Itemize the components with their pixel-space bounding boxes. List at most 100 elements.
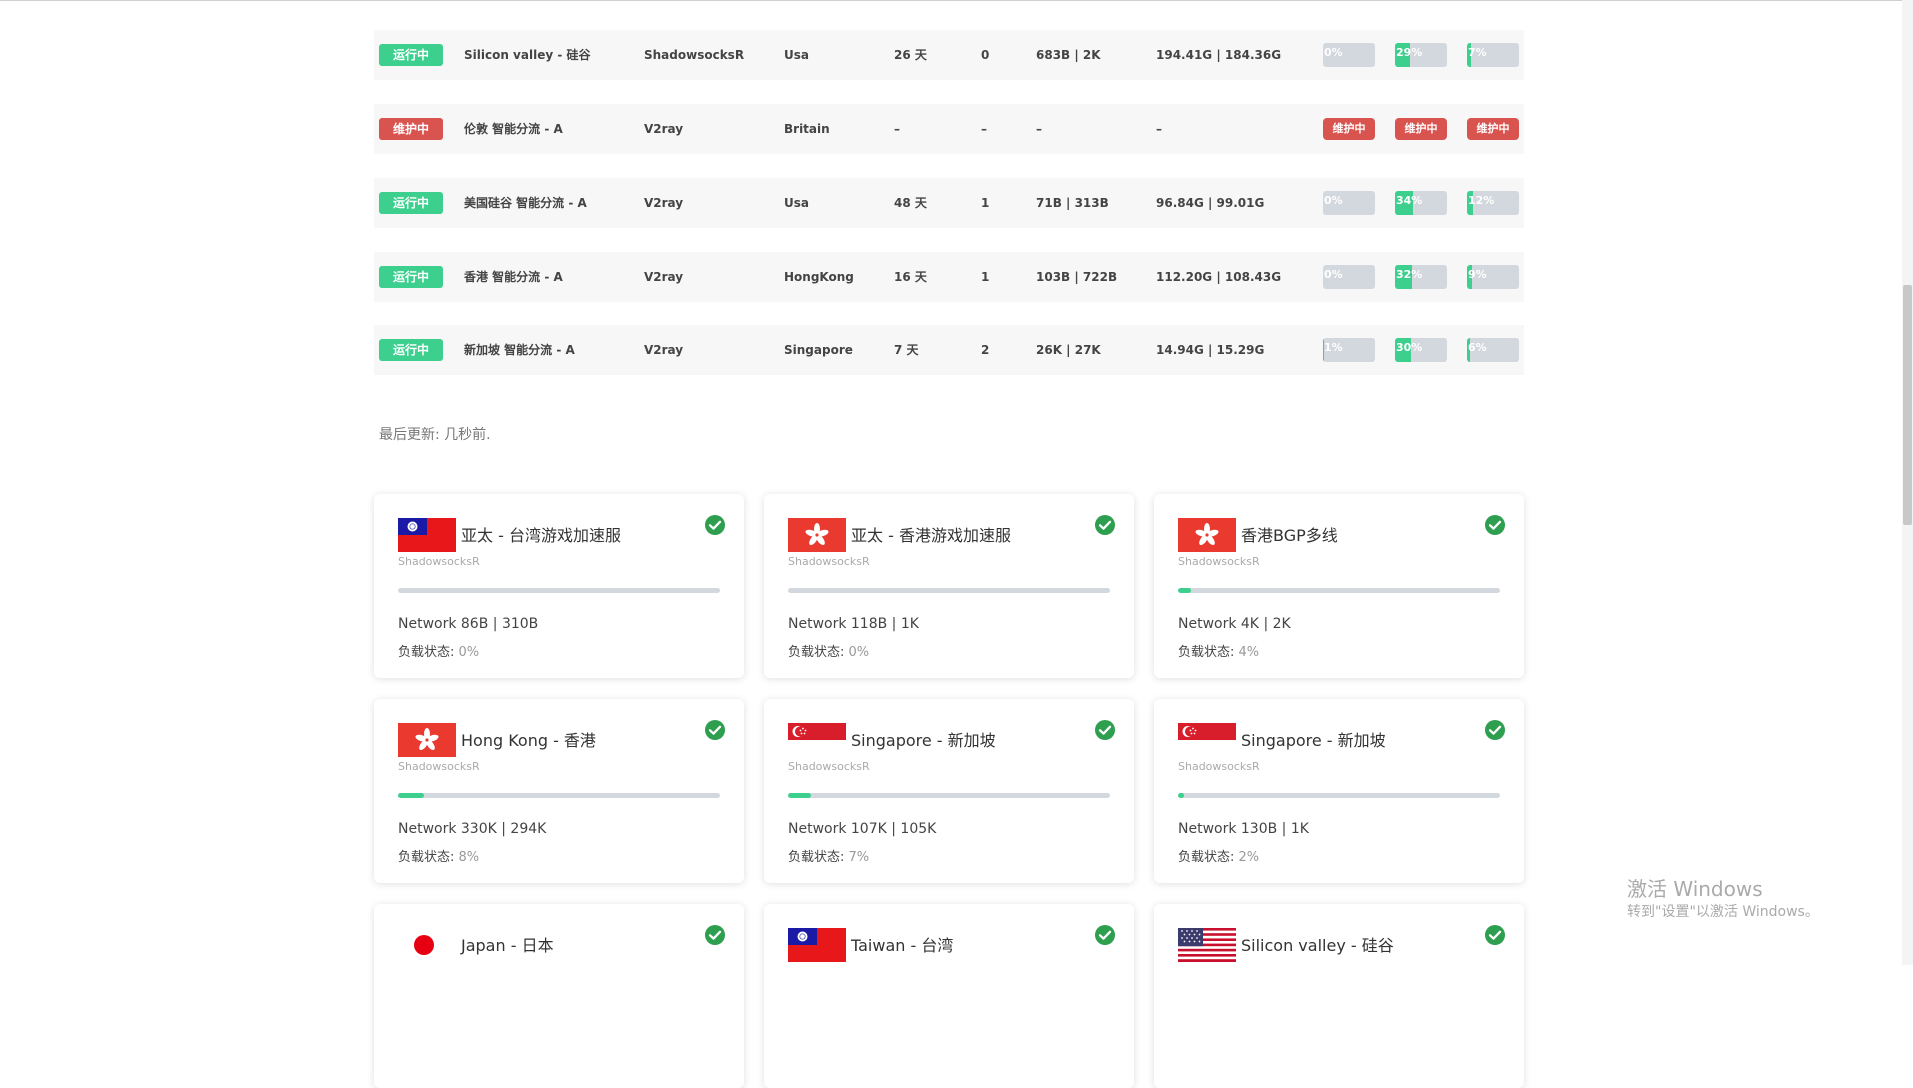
windows-activation-subtitle: 转到"设置"以激活 Windows。 bbox=[1627, 904, 1819, 920]
card-protocol: ShadowsocksR bbox=[1178, 760, 1260, 773]
node-location: HongKong bbox=[784, 270, 854, 284]
server-card[interactable]: Singapore - 新加坡 ShadowsocksR Network 107K … bbox=[764, 699, 1134, 883]
node-protocol: V2ray bbox=[644, 122, 684, 136]
taiwan-flag-icon bbox=[398, 518, 456, 552]
table-row: 运行中 新加坡 智能分流 - A V2ray Singapore 7 天 2 2… bbox=[374, 325, 1524, 375]
hongkong-flag-icon bbox=[1178, 518, 1236, 552]
card-title: Silicon valley - 硅谷 bbox=[1241, 936, 1394, 955]
taiwan-flag-icon bbox=[788, 928, 846, 962]
node-name: Silicon valley - 硅谷 bbox=[464, 48, 591, 62]
node-protocol: V2ray bbox=[644, 343, 684, 357]
cpu-bar: 0% bbox=[1323, 265, 1375, 289]
card-title: 香港BGP多线 bbox=[1241, 526, 1338, 545]
card-protocol: ShadowsocksR bbox=[788, 760, 870, 773]
node-traffic: 14.94G | 15.29G bbox=[1156, 343, 1265, 357]
card-load: 负载状态: 8% bbox=[398, 846, 479, 865]
node-network: 683B | 2K bbox=[1036, 48, 1101, 62]
status-badge: 运行中 bbox=[379, 339, 443, 361]
card-load: 负载状态: 7% bbox=[788, 846, 869, 865]
scrollbar-thumb[interactable] bbox=[1903, 285, 1912, 525]
load-progress-bar bbox=[788, 588, 1110, 593]
check-circle-icon bbox=[1094, 514, 1116, 536]
singapore-flag-icon bbox=[1178, 723, 1236, 757]
page-scrollbar[interactable] bbox=[1902, 0, 1913, 965]
singapore-flag-icon bbox=[788, 723, 846, 757]
disk-bar: 6% bbox=[1467, 338, 1519, 362]
cpu-bar: 0% bbox=[1323, 191, 1375, 215]
card-protocol: ShadowsocksR bbox=[788, 555, 870, 568]
card-network: Network 4K | 2K bbox=[1178, 616, 1291, 632]
node-protocol: V2ray bbox=[644, 270, 684, 284]
check-circle-icon bbox=[704, 924, 726, 946]
load-progress-bar bbox=[398, 588, 720, 593]
server-card[interactable]: Singapore - 新加坡 ShadowsocksR Network 130B … bbox=[1154, 699, 1524, 883]
node-traffic: 194.41G | 184.36G bbox=[1156, 48, 1282, 62]
node-traffic: – bbox=[1156, 122, 1162, 136]
node-traffic: 96.84G | 99.01G bbox=[1156, 196, 1265, 210]
load-value: 7% bbox=[848, 850, 870, 865]
node-protocol: ShadowsocksR bbox=[644, 48, 745, 62]
check-circle-icon bbox=[1484, 719, 1506, 741]
load-label: 负载状态: bbox=[788, 850, 845, 865]
check-circle-icon bbox=[1484, 514, 1506, 536]
load-progress-bar bbox=[788, 793, 1110, 798]
server-card[interactable]: 亚太 - 台湾游戏加速服 ShadowsocksR Network 86B | 31… bbox=[374, 494, 744, 678]
check-circle-icon bbox=[704, 719, 726, 741]
node-location: Usa bbox=[784, 196, 809, 210]
card-load: 负载状态: 2% bbox=[1178, 846, 1259, 865]
node-uptime: 7 天 bbox=[894, 343, 919, 357]
node-uptime: 16 天 bbox=[894, 270, 927, 284]
load-label: 负载状态: bbox=[788, 645, 845, 660]
load-progress-bar bbox=[1178, 793, 1500, 798]
node-uptime: 26 天 bbox=[894, 48, 927, 62]
server-card[interactable]: 香港BGP多线 ShadowsocksR Network 4K | 2K 负载状态: … bbox=[1154, 494, 1524, 678]
load-label: 负载状态: bbox=[1178, 850, 1235, 865]
node-location: Singapore bbox=[784, 343, 853, 357]
cpu-bar: 0% bbox=[1323, 43, 1375, 67]
load-label: 负载状态: bbox=[1178, 645, 1235, 660]
server-card[interactable]: Silicon valley - 硅谷 bbox=[1154, 904, 1524, 1088]
node-network: 26K | 27K bbox=[1036, 343, 1101, 357]
table-row: 运行中 香港 智能分流 - A V2ray HongKong 16 天 1 10… bbox=[374, 252, 1524, 302]
card-title: Singapore - 新加坡 bbox=[851, 731, 996, 750]
card-network: Network 107K | 105K bbox=[788, 821, 937, 837]
card-title: 亚太 - 台湾游戏加速服 bbox=[461, 526, 621, 545]
node-name: 美国硅谷 智能分流 - A bbox=[464, 196, 587, 210]
memory-bar: 34% bbox=[1395, 191, 1447, 215]
card-load: 负载状态: 0% bbox=[788, 641, 869, 660]
node-load: 2 bbox=[981, 343, 990, 357]
server-card[interactable]: Japan - 日本 bbox=[374, 904, 744, 1088]
node-network: 103B | 722B bbox=[1036, 270, 1118, 284]
card-protocol: ShadowsocksR bbox=[398, 555, 480, 568]
node-location: Britain bbox=[784, 122, 830, 136]
card-network: Network 86B | 310B bbox=[398, 616, 539, 632]
card-load: 负载状态: 4% bbox=[1178, 641, 1259, 660]
memory-bar: 32% bbox=[1395, 265, 1447, 289]
card-network: Network 118B | 1K bbox=[788, 616, 919, 632]
node-traffic: 112.20G | 108.43G bbox=[1156, 270, 1282, 284]
check-circle-icon bbox=[1094, 719, 1116, 741]
load-label: 负载状态: bbox=[398, 850, 455, 865]
status-badge: 运行中 bbox=[379, 266, 443, 288]
node-load: 0 bbox=[981, 48, 990, 62]
japan-flag-icon bbox=[398, 928, 456, 962]
load-value: 0% bbox=[848, 645, 870, 660]
server-card[interactable]: Taiwan - 台湾 bbox=[764, 904, 1134, 1088]
disk-maintenance-badge: 维护中 bbox=[1467, 118, 1519, 140]
last-update-text: 最后更新: 几秒前. bbox=[379, 427, 491, 443]
memory-bar: 30% bbox=[1395, 338, 1447, 362]
node-name: 香港 智能分流 - A bbox=[464, 270, 563, 284]
server-card[interactable]: 亚太 - 香港游戏加速服 ShadowsocksR Network 118B | 1… bbox=[764, 494, 1134, 678]
server-card[interactable]: Hong Kong - 香港 ShadowsocksR Network 330K |… bbox=[374, 699, 744, 883]
load-progress-bar bbox=[398, 793, 720, 798]
table-row: 运行中 Silicon valley - 硅谷 ShadowsocksR Usa… bbox=[374, 30, 1524, 80]
memory-bar: 29% bbox=[1395, 43, 1447, 67]
node-load: 1 bbox=[981, 196, 990, 210]
node-network: – bbox=[1036, 122, 1042, 136]
node-name: 新加坡 智能分流 - A bbox=[464, 343, 575, 357]
memory-maintenance-badge: 维护中 bbox=[1395, 118, 1447, 140]
disk-bar: 9% bbox=[1467, 265, 1519, 289]
card-load: 负载状态: 0% bbox=[398, 641, 479, 660]
status-badge: 运行中 bbox=[379, 44, 443, 66]
check-circle-icon bbox=[1094, 924, 1116, 946]
